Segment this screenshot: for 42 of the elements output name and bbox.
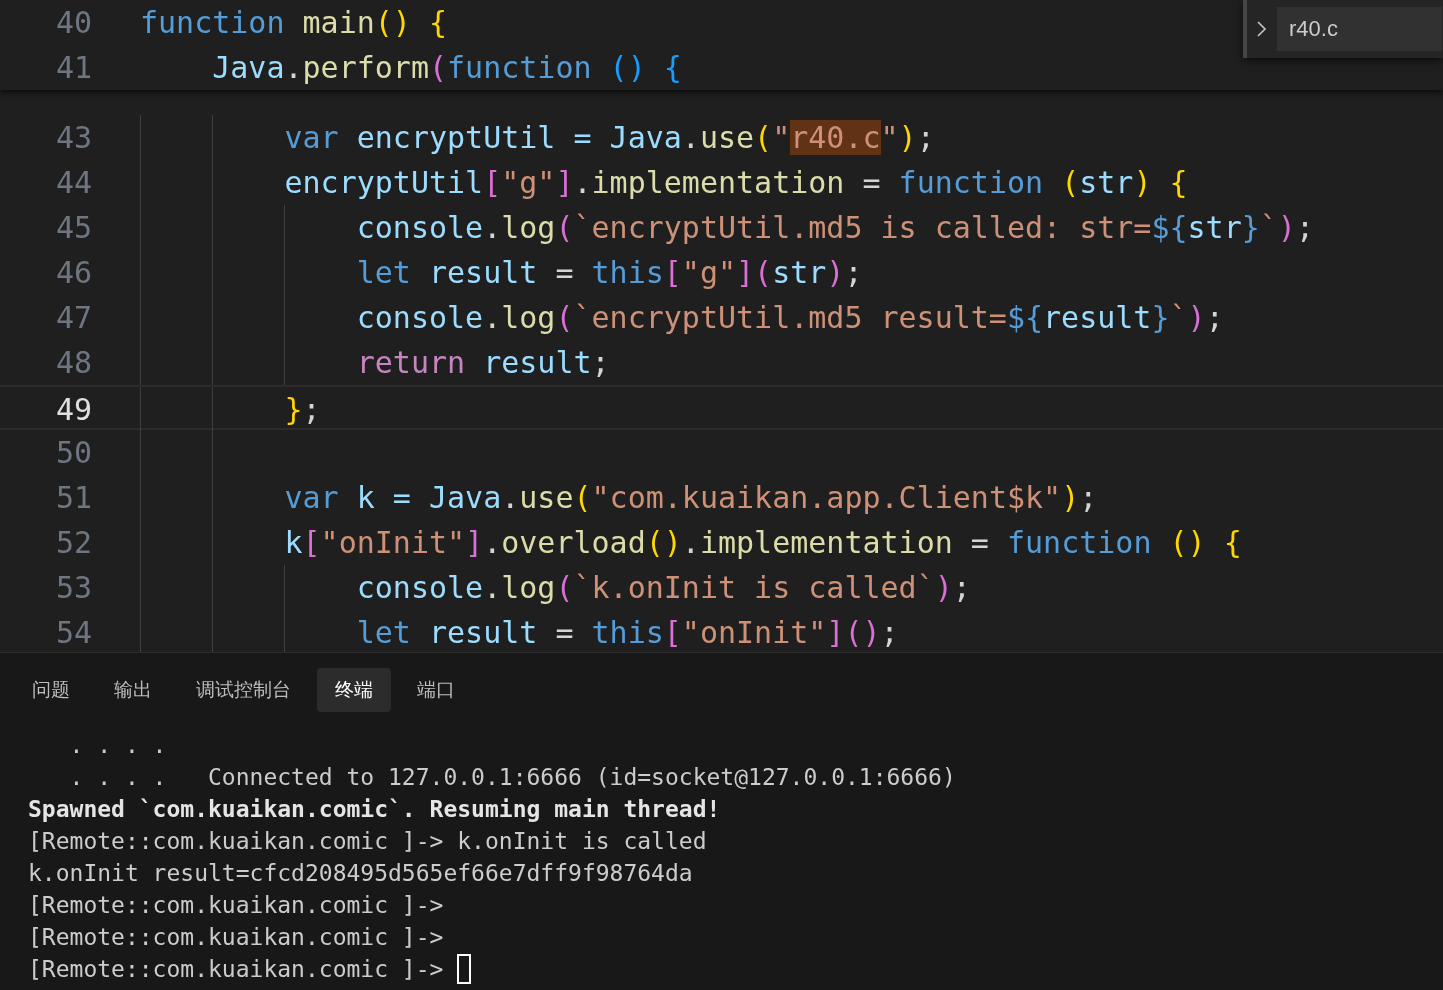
code-text: };	[284, 391, 321, 428]
terminal-line: [Remote::com.kuaikan.comic ]->	[28, 891, 444, 920]
code-text: console.log(`k.onInit is called`);	[356, 569, 971, 607]
terminal-line: [Remote::com.kuaikan.comic ]->	[28, 923, 444, 952]
line-number: 44	[54, 164, 92, 202]
terminal-line: . . . .	[68, 731, 167, 760]
line-number: 46	[54, 254, 92, 292]
panel-tab[interactable]: 终端	[317, 668, 391, 712]
line-number: 52	[54, 524, 92, 562]
code-text: console.log(`encryptUtil.md5 is called: str=${str}`);	[356, 209, 1314, 247]
panel-tab[interactable]: 输出	[96, 668, 170, 712]
code-text: let result = this["g"](str);	[356, 254, 863, 292]
line-number: 49	[54, 391, 92, 428]
panel-tab[interactable]: 调试控制台	[178, 668, 309, 712]
line-number: 43	[54, 119, 92, 157]
line-number: 53	[54, 569, 92, 607]
terminal-line: [Remote::com.kuaikan.comic ]-> k.onInit is called	[28, 827, 707, 856]
line-number: 50	[54, 434, 92, 472]
line-number: 48	[54, 344, 92, 382]
line-number: 47	[54, 299, 92, 337]
line-number: 54	[54, 614, 92, 652]
chevron-right-icon[interactable]	[1255, 19, 1269, 39]
terminal-line: [Remote::com.kuaikan.comic ]->	[28, 955, 444, 984]
line-number: 40	[54, 4, 92, 42]
terminal-line: . . . . Connected to 127.0.0.1:6666 (id=socket@127.0.0.1:6666)	[68, 763, 956, 792]
line-number: 51	[54, 479, 92, 517]
panel-tab[interactable]: 端口	[399, 668, 473, 712]
code-text: console.log(`encryptUtil.md5 result=${result}`);	[356, 299, 1224, 337]
line-number: 45	[54, 209, 92, 247]
line-number: 41	[54, 49, 92, 87]
code-text: k["onInit"].overload().implementation = function () {	[284, 524, 1242, 562]
terminal-line: k.onInit result=cfcd208495d565ef66e7dff9f98764da	[28, 859, 693, 888]
code-text: var encryptUtil = Java.use("r40.c");	[284, 119, 935, 157]
find-input[interactable]: r40.c	[1277, 7, 1442, 51]
code-text: var k = Java.use("com.kuaikan.app.Client$k");	[284, 479, 1098, 517]
code-text: Java.perform(function () {	[212, 49, 682, 87]
code-text: return result;	[356, 344, 610, 382]
code-text: function main() {	[140, 4, 448, 42]
code-text: encryptUtil["g"].implementation = function (str) {	[284, 164, 1188, 202]
terminal-line: Spawned `com.kuaikan.comic`. Resuming main thread!	[28, 795, 721, 824]
code-text: let result = this["onInit"]();	[356, 614, 899, 652]
panel-tab[interactable]: 问题	[14, 668, 88, 712]
